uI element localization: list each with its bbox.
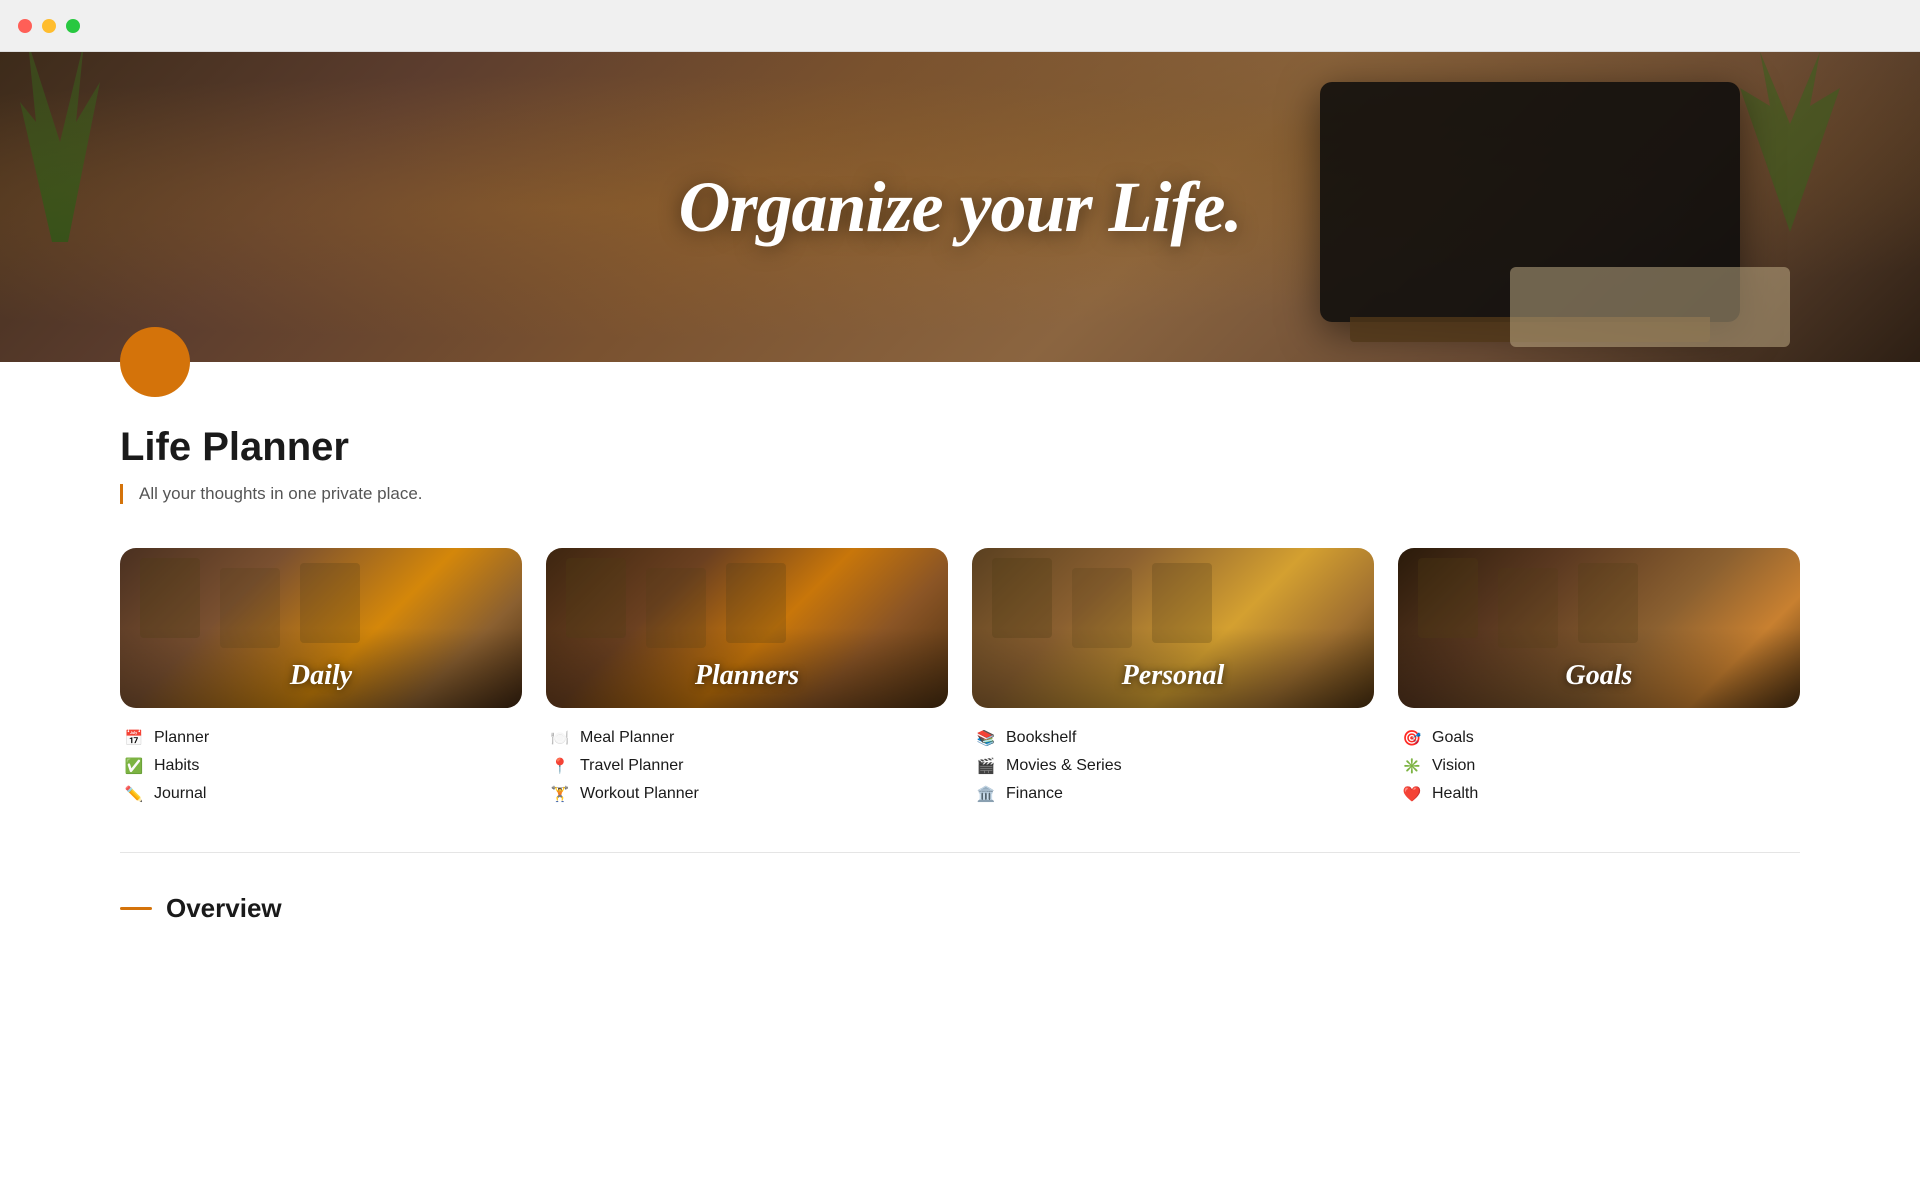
bookshelf-label: Bookshelf bbox=[1006, 729, 1076, 747]
overview-title: Overview bbox=[166, 893, 282, 924]
overview-section: Overview bbox=[120, 893, 1800, 924]
card-column-planners: Planners 🍽️ Meal Planner 📍 Travel Planner 🏋️ W… bbox=[546, 548, 948, 808]
health-label: Health bbox=[1432, 785, 1478, 803]
card-label-goals: Goals bbox=[1398, 660, 1800, 692]
card-links-planners: 🍽️ Meal Planner 📍 Travel Planner 🏋️ Workout P… bbox=[546, 708, 948, 808]
journal-label: Journal bbox=[154, 785, 206, 803]
card-image-goals: Goals bbox=[1398, 548, 1800, 708]
hero-banner: Organize your Life. bbox=[0, 52, 1920, 362]
avatar bbox=[120, 327, 190, 397]
page-title: Life Planner bbox=[120, 425, 1800, 470]
overview-dash-icon bbox=[120, 907, 152, 910]
card-personal[interactable]: Personal bbox=[972, 548, 1374, 708]
goals-label: Goals bbox=[1432, 729, 1474, 747]
titlebar bbox=[0, 0, 1920, 52]
link-habits[interactable]: ✅ Habits bbox=[124, 752, 518, 780]
habits-label: Habits bbox=[154, 757, 199, 775]
workout-planner-label: Workout Planner bbox=[580, 785, 699, 803]
keyboard-decoration bbox=[1510, 267, 1790, 347]
travel-planner-label: Travel Planner bbox=[580, 757, 683, 775]
meal-planner-label: Meal Planner bbox=[580, 729, 674, 747]
card-column-personal: Personal 📚 Bookshelf 🎬 Movies & Series 🏛️ Fina… bbox=[972, 548, 1374, 808]
card-planners[interactable]: Planners bbox=[546, 548, 948, 708]
link-vision[interactable]: ✳️ Vision bbox=[1402, 752, 1796, 780]
card-links-personal: 📚 Bookshelf 🎬 Movies & Series 🏛️ Finance bbox=[972, 708, 1374, 808]
link-health[interactable]: ❤️ Health bbox=[1402, 780, 1796, 808]
finance-label: Finance bbox=[1006, 785, 1063, 803]
page-subtitle: All your thoughts in one private place. bbox=[120, 484, 1800, 504]
vision-icon: ✳️ bbox=[1402, 757, 1422, 775]
link-travel-planner[interactable]: 📍 Travel Planner bbox=[550, 752, 944, 780]
card-column-goals: Goals 🎯 Goals ✳️ Vision ❤️ Health bbox=[1398, 548, 1800, 808]
link-meal-planner[interactable]: 🍽️ Meal Planner bbox=[550, 724, 944, 752]
goals-icon: 🎯 bbox=[1402, 729, 1422, 747]
hero-title: Organize your Life. bbox=[679, 166, 1242, 249]
close-button[interactable] bbox=[18, 19, 32, 33]
link-movies-series[interactable]: 🎬 Movies & Series bbox=[976, 752, 1370, 780]
section-divider bbox=[120, 852, 1800, 853]
card-image-planners: Planners bbox=[546, 548, 948, 708]
card-image-daily: Daily bbox=[120, 548, 522, 708]
card-links-goals: 🎯 Goals ✳️ Vision ❤️ Health bbox=[1398, 708, 1800, 808]
link-goals[interactable]: 🎯 Goals bbox=[1402, 724, 1796, 752]
link-workout-planner[interactable]: 🏋️ Workout Planner bbox=[550, 780, 944, 808]
link-journal[interactable]: ✏️ Journal bbox=[124, 780, 518, 808]
card-label-planners: Planners bbox=[546, 660, 948, 692]
habits-icon: ✅ bbox=[124, 757, 144, 775]
travel-planner-icon: 📍 bbox=[550, 757, 570, 775]
link-bookshelf[interactable]: 📚 Bookshelf bbox=[976, 724, 1370, 752]
movies-series-icon: 🎬 bbox=[976, 757, 996, 775]
vision-label: Vision bbox=[1432, 757, 1475, 775]
bookshelf-icon: 📚 bbox=[976, 729, 996, 747]
workout-planner-icon: 🏋️ bbox=[550, 785, 570, 803]
link-planner[interactable]: 📅 Planner bbox=[124, 724, 518, 752]
finance-icon: 🏛️ bbox=[976, 785, 996, 803]
health-icon: ❤️ bbox=[1402, 785, 1422, 803]
card-goals[interactable]: Goals bbox=[1398, 548, 1800, 708]
link-finance[interactable]: 🏛️ Finance bbox=[976, 780, 1370, 808]
card-daily[interactable]: Daily bbox=[120, 548, 522, 708]
movies-series-label: Movies & Series bbox=[1006, 757, 1122, 775]
card-column-daily: Daily 📅 Planner ✅ Habits ✏️ Journal bbox=[120, 548, 522, 808]
card-label-personal: Personal bbox=[972, 660, 1374, 692]
cards-grid: Daily 📅 Planner ✅ Habits ✏️ Journal Planners 🍽️ M… bbox=[120, 548, 1800, 808]
card-image-personal: Personal bbox=[972, 548, 1374, 708]
minimize-button[interactable] bbox=[42, 19, 56, 33]
maximize-button[interactable] bbox=[66, 19, 80, 33]
main-content: Life Planner All your thoughts in one pr… bbox=[0, 327, 1920, 924]
journal-icon: ✏️ bbox=[124, 785, 144, 803]
card-label-daily: Daily bbox=[120, 660, 522, 692]
meal-planner-icon: 🍽️ bbox=[550, 729, 570, 747]
planner-icon: 📅 bbox=[124, 729, 144, 747]
card-links-daily: 📅 Planner ✅ Habits ✏️ Journal bbox=[120, 708, 522, 808]
planner-label: Planner bbox=[154, 729, 209, 747]
